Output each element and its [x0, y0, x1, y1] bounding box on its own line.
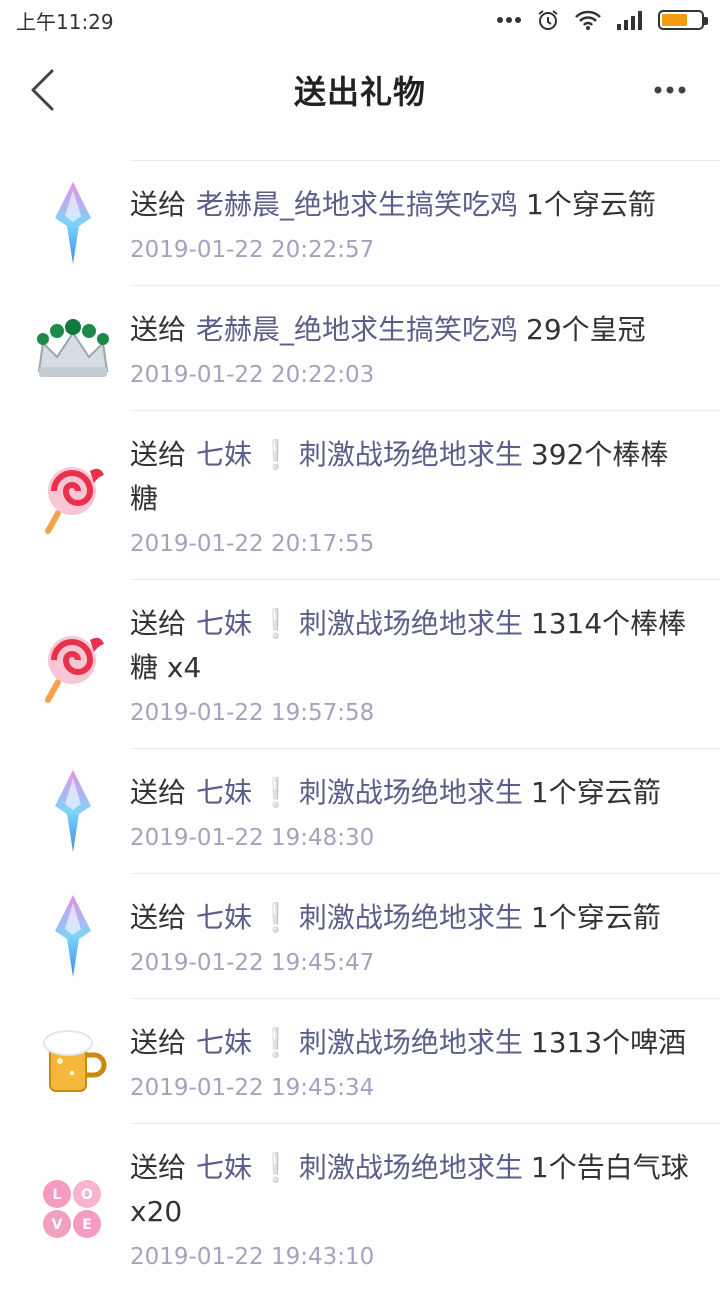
recipient-name-suffix[interactable]: 刺激战场绝地求生: [299, 1026, 523, 1059]
send-label: 送给: [130, 607, 187, 640]
exclaim-icon: ❕: [258, 776, 293, 809]
gift-record-time: 2019-01-22 20:17:55: [130, 531, 375, 557]
send-label: 送给: [130, 1151, 187, 1184]
gift-record-time: 2019-01-22 19:48:30: [130, 825, 375, 851]
gift-record-item[interactable]: 送给 七妹 ❕ 刺激战场绝地求生 1313个啤酒 2019-01-22 19:45:34: [0, 998, 720, 1123]
send-label: 送给: [130, 188, 187, 221]
gift-record-item[interactable]: 送给 老赫晨_绝地求生搞笑吃鸡 29个皇冠 2019-01-22 20:22:03: [0, 285, 720, 410]
love-balloon-gift-icon: L O V E: [30, 1165, 116, 1251]
gift-record-text: 送给 七妹 ❕ 刺激战场绝地求生 392个棒棒糖: [130, 433, 696, 521]
recipient-name[interactable]: 七妹: [196, 1151, 252, 1184]
recipient-name-suffix[interactable]: 刺激战场绝地求生: [299, 1151, 523, 1184]
gift-record-body: 送给 老赫晨_绝地求生搞笑吃鸡 29个皇冠 2019-01-22 20:22:03: [130, 285, 720, 410]
beer-gift-icon: [30, 1018, 116, 1104]
back-arrow-icon: [31, 69, 54, 111]
more-button[interactable]: [646, 66, 694, 114]
gift-record-time: 2019-01-22 20:22:57: [130, 237, 375, 263]
gift-record-time: 2019-01-22 20:22:03: [130, 362, 375, 388]
exclaim-icon: ❕: [258, 1151, 293, 1184]
gift-record-time: 2019-01-22 19:45:34: [130, 1075, 375, 1101]
gift-record-list: 送给 老赫晨_绝地求生搞笑吃鸡 1个穿云箭 2019-01-22 20:22:57 送…: [0, 160, 720, 1292]
recipient-name[interactable]: 七妹: [196, 607, 252, 640]
send-label: 送给: [130, 313, 187, 346]
gift-record-text: 送给 七妹 ❕ 刺激战场绝地求生 1个穿云箭: [130, 896, 696, 940]
svg-text:O: O: [81, 1187, 93, 1203]
more-dots-icon: [654, 86, 686, 94]
gift-record-time: 2019-01-22 19:57:58: [130, 700, 375, 726]
recipient-name-suffix[interactable]: 刺激战场绝地求生: [299, 607, 523, 640]
gift-description: 29个皇冠: [526, 313, 646, 346]
back-button[interactable]: [18, 66, 66, 114]
gift-record-text: 送给 老赫晨_绝地求生搞笑吃鸡 1个穿云箭: [130, 183, 696, 227]
status-bar: 上午11:29: [0, 0, 720, 40]
exclaim-icon: ❕: [258, 607, 293, 640]
recipient-name[interactable]: 老赫晨_绝地求生搞笑吃鸡: [196, 188, 518, 221]
gift-record-item[interactable]: 送给 七妹 ❕ 刺激战场绝地求生 392个棒棒糖 2019-01-22 20:17:55: [0, 410, 720, 579]
gift-description: 1个穿云箭: [530, 776, 661, 809]
svg-text:V: V: [52, 1217, 63, 1233]
status-time: 上午11:29: [16, 9, 114, 34]
gift-record-item[interactable]: 送给 七妹 ❕ 刺激战场绝地求生 1个穿云箭 2019-01-22 19:48:30: [0, 748, 720, 873]
svg-text:E: E: [82, 1217, 92, 1233]
gift-description: 1个穿云箭: [530, 901, 661, 934]
crown-gift-icon: [30, 305, 116, 391]
gift-record-text: 送给 七妹 ❕ 刺激战场绝地求生 1314个棒棒糖 x4: [130, 602, 696, 690]
gift-record-time: 2019-01-22 19:43:10: [130, 1244, 375, 1270]
page-title: 送出礼物: [293, 73, 426, 111]
gift-record-text: 送给 老赫晨_绝地求生搞笑吃鸡 29个皇冠: [130, 308, 696, 352]
gift-record-text: 送给 七妹 ❕ 刺激战场绝地求生 1个告白气球 x20: [130, 1146, 696, 1234]
recipient-name-suffix[interactable]: 刺激战场绝地求生: [299, 901, 523, 934]
rocket-gift-icon: [30, 180, 116, 266]
recipient-name[interactable]: 七妹: [196, 438, 252, 471]
more-dots-icon: [496, 16, 522, 24]
wifi-icon: [574, 9, 602, 31]
gift-record-body: 送给 七妹 ❕ 刺激战场绝地求生 392个棒棒糖 2019-01-22 20:17:55: [130, 410, 720, 579]
rocket-gift-icon: [30, 893, 116, 979]
status-icons: [496, 8, 708, 32]
gift-record-item[interactable]: 送给 老赫晨_绝地求生搞笑吃鸡 1个穿云箭 2019-01-22 20:22:57: [0, 160, 720, 285]
gift-record-time: 2019-01-22 19:45:47: [130, 950, 375, 976]
gift-record-body: 送给 七妹 ❕ 刺激战场绝地求生 1个穿云箭 2019-01-22 19:48:30: [130, 748, 720, 873]
svg-text:L: L: [53, 1187, 62, 1203]
gift-record-body: 送给 七妹 ❕ 刺激战场绝地求生 1313个啤酒 2019-01-22 19:45:34: [130, 998, 720, 1123]
gift-record-item[interactable]: 送给 七妹 ❕ 刺激战场绝地求生 1314个棒棒糖 x4 2019-01-22 19:57…: [0, 579, 720, 748]
gift-description: 1313个啤酒: [530, 1026, 687, 1059]
exclaim-icon: ❕: [258, 438, 293, 471]
send-label: 送给: [130, 901, 187, 934]
recipient-name-suffix[interactable]: 刺激战场绝地求生: [299, 438, 523, 471]
rocket-gift-icon: [30, 768, 116, 854]
header: 送出礼物: [0, 40, 720, 140]
recipient-name[interactable]: 老赫晨_绝地求生搞笑吃鸡: [196, 313, 518, 346]
lollipop-gift-icon: [30, 621, 116, 707]
gift-record-body: 送给 七妹 ❕ 刺激战场绝地求生 1314个棒棒糖 x4 2019-01-22 19:57…: [130, 579, 720, 748]
recipient-name[interactable]: 七妹: [196, 1026, 252, 1059]
lollipop-gift-icon: [30, 452, 116, 538]
send-label: 送给: [130, 1026, 187, 1059]
gift-record-text: 送给 七妹 ❕ 刺激战场绝地求生 1313个啤酒: [130, 1021, 696, 1065]
gift-record-text: 送给 七妹 ❕ 刺激战场绝地求生 1个穿云箭: [130, 771, 696, 815]
recipient-name[interactable]: 七妹: [196, 776, 252, 809]
battery-icon: [658, 10, 708, 30]
send-label: 送给: [130, 438, 187, 471]
recipient-name-suffix[interactable]: 刺激战场绝地求生: [299, 776, 523, 809]
gift-record-body: 送给 七妹 ❕ 刺激战场绝地求生 1个告白气球 x20 2019-01-22 19:43:…: [130, 1123, 720, 1292]
exclaim-icon: ❕: [258, 1026, 293, 1059]
gift-record-body: 送给 七妹 ❕ 刺激战场绝地求生 1个穿云箭 2019-01-22 19:45:47: [130, 873, 720, 998]
gift-record-item[interactable]: L O V E 送给 七妹 ❕ 刺激战场绝地求生 1个告白气球 x20 2019-01-2…: [0, 1123, 720, 1292]
recipient-name[interactable]: 七妹: [196, 901, 252, 934]
gift-description: 1个穿云箭: [526, 188, 656, 221]
exclaim-icon: ❕: [258, 901, 293, 934]
gift-record-body: 送给 老赫晨_绝地求生搞笑吃鸡 1个穿云箭 2019-01-22 20:22:57: [130, 160, 720, 285]
signal-icon: [616, 10, 644, 30]
gift-record-item[interactable]: 送给 七妹 ❕ 刺激战场绝地求生 1个穿云箭 2019-01-22 19:45:47: [0, 873, 720, 998]
send-label: 送给: [130, 776, 187, 809]
alarm-icon: [536, 8, 560, 32]
